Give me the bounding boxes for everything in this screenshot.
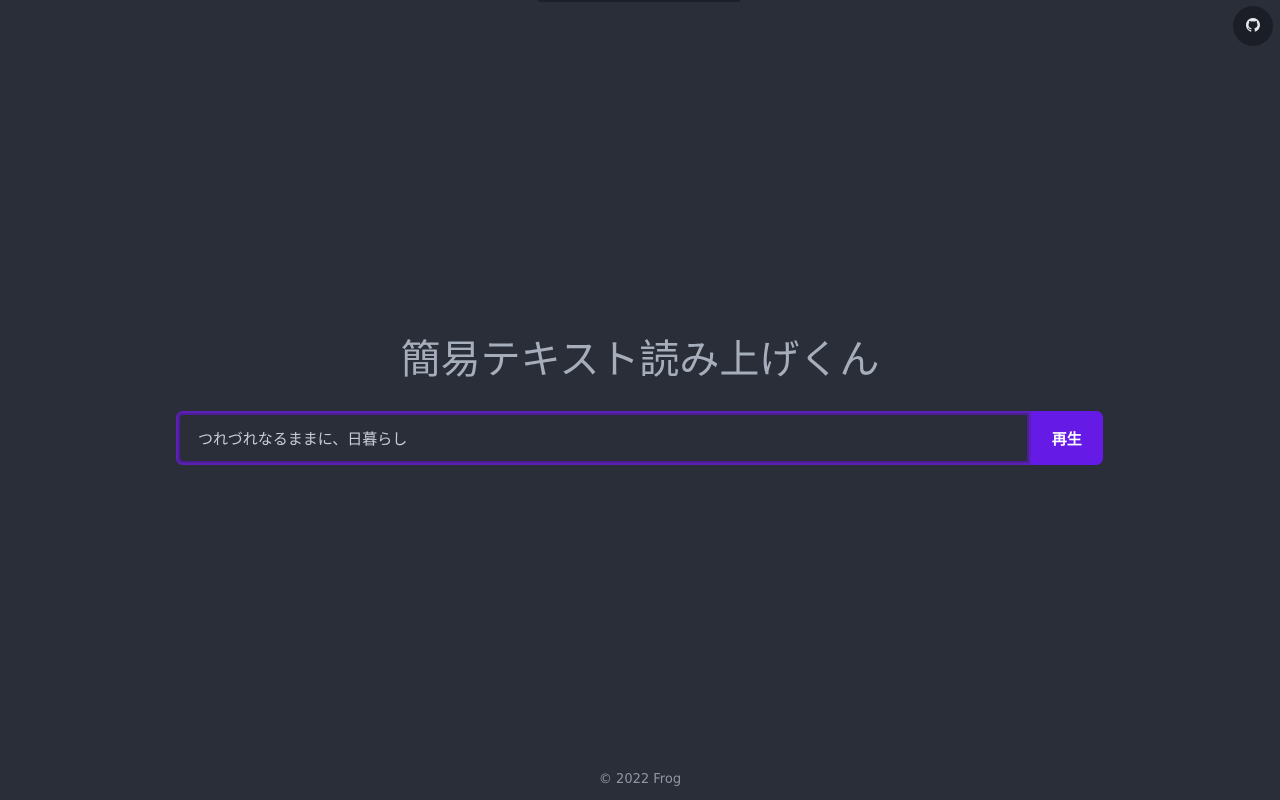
page-title: 簡易テキスト読み上げくん — [400, 337, 880, 383]
page: 簡易テキスト読み上げくん 再生 © 2022 Frog — [0, 0, 1280, 800]
github-icon — [1246, 17, 1260, 36]
top-progress-bar — [538, 0, 740, 2]
github-link-button[interactable] — [1233, 6, 1273, 46]
speech-form: 再生 — [176, 411, 1103, 465]
play-button[interactable]: 再生 — [1031, 411, 1103, 465]
footer-copyright: © 2022 Frog — [598, 772, 682, 787]
speech-text-input[interactable] — [176, 411, 1031, 465]
